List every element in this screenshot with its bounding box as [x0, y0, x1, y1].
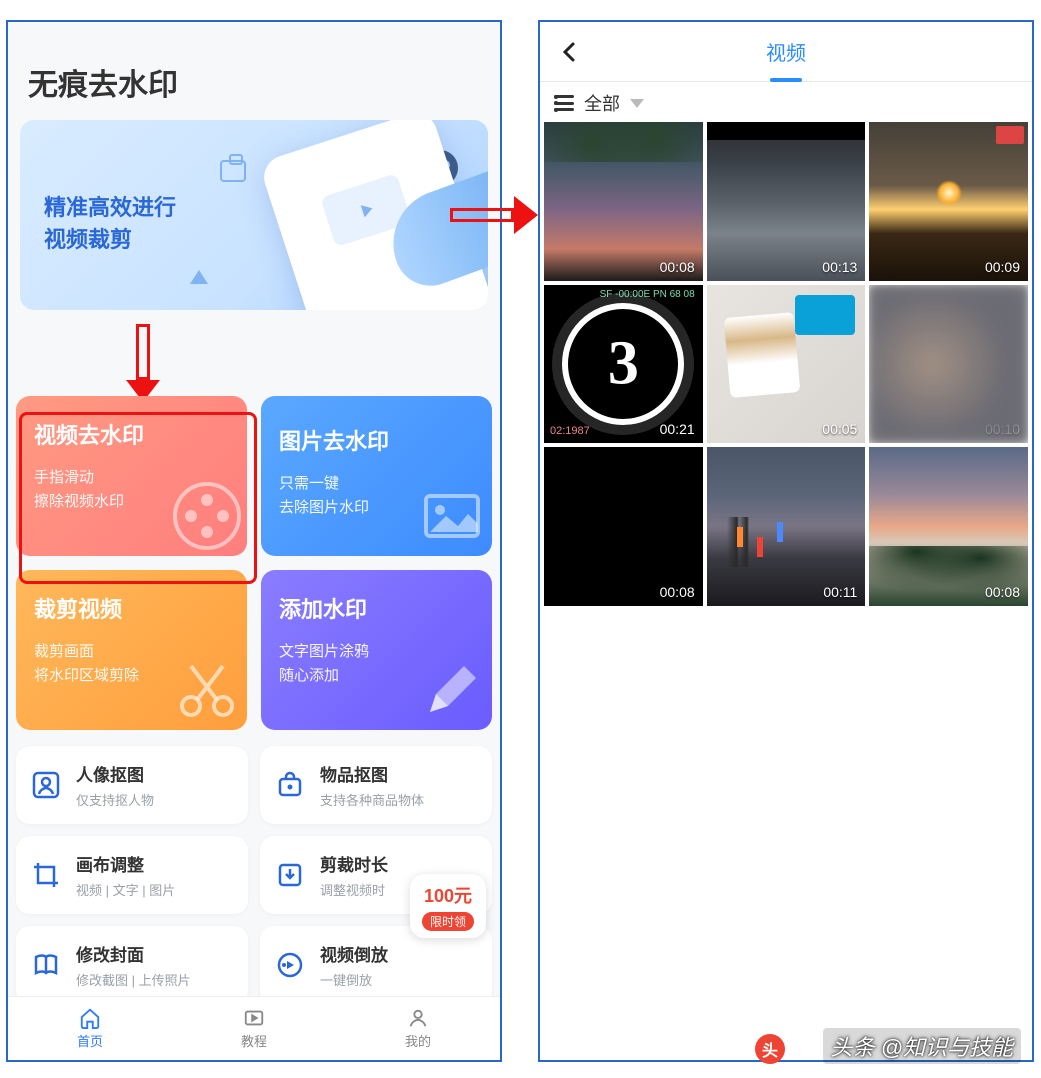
duration: 00:21: [660, 421, 695, 437]
feature-sub: 一键倒放: [320, 970, 388, 989]
reverse-icon: [274, 949, 306, 981]
card-title: 添加水印: [279, 592, 474, 624]
feature-canvas-adjust[interactable]: 画布调整视频 | 文字 | 图片: [16, 836, 248, 914]
feature-cards: 视频去水印 手指滑动 擦除视频水印 图片去水印 只需一键 去除图片水印 裁剪视频…: [16, 396, 492, 730]
tab-label: 我的: [405, 1031, 431, 1050]
add-watermark-card[interactable]: 添加水印 文字图片涂鸦 随心添加: [261, 570, 492, 730]
feature-object-cutout[interactable]: 物品抠图支持各种商品物体: [260, 746, 492, 824]
annotation-arrow-down: [126, 324, 160, 402]
video-grid: 00:08 00:13 00:09 SF -00:00E PN 68 08 02:…: [540, 122, 1032, 606]
person-icon: [30, 769, 62, 801]
duration: 00:13: [822, 259, 857, 275]
picker-title[interactable]: 视频: [766, 37, 806, 66]
source-watermark: 头条 @知识与技能: [823, 1028, 1021, 1064]
duration: 00:08: [985, 584, 1020, 600]
duration: 00:09: [985, 259, 1020, 275]
picker-header: 视频: [540, 22, 1032, 82]
page-title: 无痕去水印: [8, 22, 500, 120]
bag-icon: [274, 769, 306, 801]
banner-line2: 视频裁剪: [44, 224, 176, 256]
feature-title: 修改封面: [76, 941, 191, 966]
tv-icon: [220, 160, 246, 182]
video-thumb[interactable]: 00:08: [544, 122, 703, 281]
scissors-icon: [171, 654, 243, 726]
filter-label: 全部: [584, 90, 620, 116]
video-thumb[interactable]: 00:05: [707, 285, 866, 444]
download-icon: [274, 859, 306, 891]
video-thumb[interactable]: 00:09: [869, 122, 1028, 281]
feature-title: 视频倒放: [320, 941, 388, 966]
user-icon: [407, 1007, 429, 1029]
picture-icon: [416, 480, 488, 552]
video-thumb[interactable]: 00:08: [544, 447, 703, 606]
feature-sub: 修改截图 | 上传照片: [76, 970, 191, 989]
feature-sub: 支持各种商品物体: [320, 790, 424, 809]
video-picker-panel: 视频 全部 00:08 00:13 00:09 SF -00:00E PN 68…: [538, 20, 1034, 1062]
play-square-icon: [243, 1007, 265, 1029]
tab-label: 教程: [241, 1031, 267, 1050]
image-watermark-card[interactable]: 图片去水印 只需一键 去除图片水印: [261, 396, 492, 556]
banner-title: 精准高效进行 视频裁剪: [44, 192, 176, 256]
card-title: 图片去水印: [279, 424, 474, 456]
book-icon: [30, 949, 62, 981]
feature-title: 物品抠图: [320, 761, 424, 786]
bottom-tabbar: 首页 教程 我的: [8, 996, 500, 1060]
feature-sub: 视频 | 文字 | 图片: [76, 880, 175, 899]
crop-video-card[interactable]: 裁剪视频 裁剪画面 将水印区域剪除: [16, 570, 247, 730]
duration: 00:10: [985, 421, 1020, 437]
card-title: 视频去水印: [34, 418, 229, 450]
back-button[interactable]: [556, 38, 584, 66]
video-watermark-card[interactable]: 视频去水印 手指滑动 擦除视频水印: [16, 396, 247, 556]
duration: 00:08: [660, 259, 695, 275]
pencil-icon: [416, 654, 488, 726]
chevron-down-icon: [630, 99, 644, 108]
home-icon: [79, 1007, 101, 1029]
overlay-timecode: 02:1987: [550, 425, 590, 437]
promo-amount: 100元: [424, 882, 472, 908]
feature-portrait-cutout[interactable]: 人像抠图仅支持抠人物: [16, 746, 248, 824]
feature-sub: 调整视频时: [320, 880, 388, 899]
video-thumb[interactable]: 00:13: [707, 122, 866, 281]
tab-tutorial[interactable]: 教程: [172, 997, 336, 1060]
duration: 00:11: [823, 584, 857, 600]
tab-mine[interactable]: 我的: [336, 997, 500, 1060]
feature-sub: 仅支持抠人物: [76, 790, 154, 809]
video-thumb[interactable]: 00:08: [869, 447, 1028, 606]
filter-row[interactable]: 全部: [540, 82, 1032, 122]
crop-icon: [30, 859, 62, 891]
feature-change-cover[interactable]: 修改封面修改截图 | 上传照片: [16, 926, 248, 1004]
card-title: 裁剪视频: [34, 592, 229, 624]
video-thumb[interactable]: SF -00:00E PN 68 08 02:1987 00:21: [544, 285, 703, 444]
feature-title: 画布调整: [76, 851, 175, 876]
feature-title: 人像抠图: [76, 761, 154, 786]
duration: 00:08: [660, 584, 695, 600]
banner[interactable]: 精准高效进行 视频裁剪: [20, 120, 488, 310]
source-logo-icon: 头: [755, 1034, 785, 1064]
promo-badge[interactable]: 100元 限时领: [410, 874, 486, 938]
app-home-panel: 无痕去水印 精准高效进行 视频裁剪 视频去水印 手指滑动 擦除视频水印 图片去水: [6, 20, 502, 1062]
video-thumb[interactable]: 00:10: [869, 285, 1028, 444]
mountain-icon: [190, 270, 208, 284]
promo-pill: 限时领: [422, 912, 474, 931]
film-reel-icon: [171, 480, 243, 552]
tab-home[interactable]: 首页: [8, 997, 172, 1060]
tab-label: 首页: [77, 1031, 103, 1050]
duration: 00:05: [822, 421, 857, 437]
video-thumb[interactable]: 00:11: [707, 447, 866, 606]
feature-title: 剪裁时长: [320, 851, 388, 876]
annotation-arrow-right: [450, 196, 538, 234]
banner-line1: 精准高效进行: [44, 192, 176, 224]
overlay-readout: SF -00:00E PN 68 08: [600, 289, 695, 301]
list-icon: [554, 95, 574, 111]
